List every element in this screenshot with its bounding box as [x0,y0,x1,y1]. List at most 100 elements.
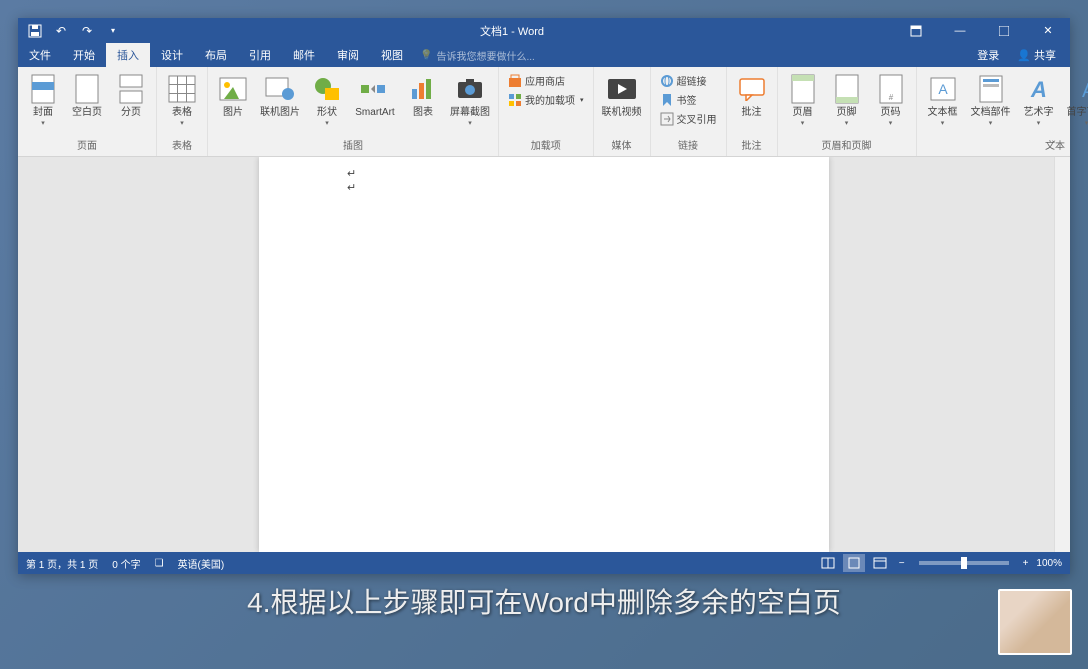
header-button[interactable]: 页眉 [782,69,824,135]
comment-button[interactable]: 批注 [731,69,773,135]
store-icon [508,74,522,88]
status-proofing-icon[interactable]: ❏ [155,558,164,569]
crossref-label: 交叉引用 [677,111,717,126]
ribbon-insert: 封面 空白页 分页 页面 表格 表格 [18,67,1070,157]
group-comments: 批注 批注 [727,67,778,156]
pagenum-button[interactable]: # 页码 [870,69,912,135]
online-pictures-icon [264,73,296,105]
tab-review[interactable]: 审阅 [326,43,370,67]
my-addins-button[interactable]: 我的加载项▾ [503,90,589,109]
bookmark-icon [660,93,674,107]
quickparts-icon [975,73,1007,105]
cursor-marker: ↵ [347,167,356,180]
screenshot-button[interactable]: 屏幕截图 [446,69,494,135]
table-label: 表格 [172,107,192,129]
bookmark-label: 书签 [677,92,697,107]
footer-button[interactable]: 页脚 [826,69,868,135]
tell-me-search[interactable]: 告诉我您想要做什么... [420,48,535,63]
bookmark-button[interactable]: 书签 [655,90,722,109]
pagenum-icon: # [875,73,907,105]
tab-home[interactable]: 开始 [62,43,106,67]
tab-mailings[interactable]: 邮件 [282,43,326,67]
dropcap-button[interactable]: A 首字下沉 [1063,69,1088,135]
save-icon[interactable] [24,20,46,42]
zoom-in-button[interactable]: + [1019,558,1033,569]
hyperlink-button[interactable]: 超链接 [655,71,722,90]
group-pages-label: 页面 [22,135,152,154]
group-media: 联机视频 媒体 [594,67,651,156]
svg-text:A: A [938,81,948,97]
screenshot-icon [454,73,486,105]
group-pages: 封面 空白页 分页 页面 [18,67,157,156]
page-break-icon [115,73,147,105]
share-button[interactable]: 👤共享 [1009,47,1064,63]
page[interactable]: ↵ ↵ [259,157,829,552]
blank-page-button[interactable]: 空白页 [66,69,108,135]
group-media-label: 媒体 [598,135,646,154]
document-area: ↵ ↵ [18,157,1070,552]
group-links: 超链接 书签 交叉引用 链接 [651,67,727,156]
wordart-label: 艺术字 [1024,107,1054,129]
hyperlink-icon [660,74,674,88]
minimize-button[interactable]: — [938,18,982,43]
close-button[interactable]: ✕ [1026,18,1070,43]
word-window: ↶ ↷ ▾ 文档1 - Word — ✕ 文件 开始 插入 设计 布局 引用 邮… [18,18,1070,574]
zoom-out-button[interactable]: − [895,558,909,569]
header-label: 页眉 [793,107,813,129]
vertical-scrollbar[interactable] [1054,157,1070,552]
chart-button[interactable]: 图表 [402,69,444,135]
qat-dropdown-icon[interactable]: ▾ [102,20,124,42]
zoom-level[interactable]: 100% [1036,558,1062,569]
online-pictures-label: 联机图片 [260,107,300,118]
header-icon [787,73,819,105]
svg-text:A: A [1082,80,1088,101]
quickparts-button[interactable]: 文档部件 [967,69,1015,135]
subtitle-caption: 4.根据以上步骤即可在Word中删除多余的空白页 [0,569,1088,643]
cursor-marker-2: ↵ [347,181,356,194]
pictures-button[interactable]: 图片 [212,69,254,135]
ribbon-display-icon[interactable] [894,18,938,43]
dropcap-label: 首字下沉 [1067,107,1088,129]
page-break-label: 分页 [121,107,141,118]
group-comments-label: 批注 [731,135,773,154]
my-addins-label: 我的加载项 [525,92,575,107]
textbox-button[interactable]: A 文本框 [921,69,965,135]
group-links-label: 链接 [655,135,722,154]
shapes-button[interactable]: 形状 [306,69,348,135]
wordart-button[interactable]: A 艺术字 [1017,69,1061,135]
pictures-label: 图片 [223,107,243,118]
tab-references[interactable]: 引用 [238,43,282,67]
page-break-button[interactable]: 分页 [110,69,152,135]
smartart-button[interactable]: SmartArt [350,69,400,135]
zoom-slider[interactable] [919,561,1009,565]
tab-layout[interactable]: 布局 [194,43,238,67]
smartart-icon [359,73,391,105]
collapse-ribbon-icon[interactable]: ˇ [1052,140,1066,154]
dropcap-icon: A [1071,73,1088,105]
tab-view[interactable]: 视图 [370,43,414,67]
tab-design[interactable]: 设计 [150,43,194,67]
tab-file[interactable]: 文件 [18,43,62,67]
undo-icon[interactable]: ↶ [50,20,72,42]
cover-page-button[interactable]: 封面 [22,69,64,135]
chart-icon [407,73,439,105]
group-addins-label: 加载项 [503,135,589,154]
share-label: 共享 [1034,47,1056,63]
store-button[interactable]: 应用商店 [503,71,589,90]
video-icon [606,73,638,105]
tab-insert[interactable]: 插入 [106,43,150,67]
group-header-footer-label: 页眉和页脚 [782,135,912,154]
quickparts-label: 文档部件 [971,107,1011,129]
group-tables-label: 表格 [161,135,203,154]
online-pictures-button[interactable]: 联机图片 [256,69,304,135]
textbox-icon: A [927,73,959,105]
footer-label: 页脚 [837,107,857,129]
cover-page-icon [27,73,59,105]
redo-icon[interactable]: ↷ [76,20,98,42]
login-button[interactable]: 登录 [969,47,1007,63]
crossref-button[interactable]: 交叉引用 [655,109,722,128]
maximize-button[interactable] [982,18,1026,43]
table-button[interactable]: 表格 [161,69,203,135]
store-label: 应用商店 [525,73,565,88]
online-video-button[interactable]: 联机视频 [598,69,646,135]
